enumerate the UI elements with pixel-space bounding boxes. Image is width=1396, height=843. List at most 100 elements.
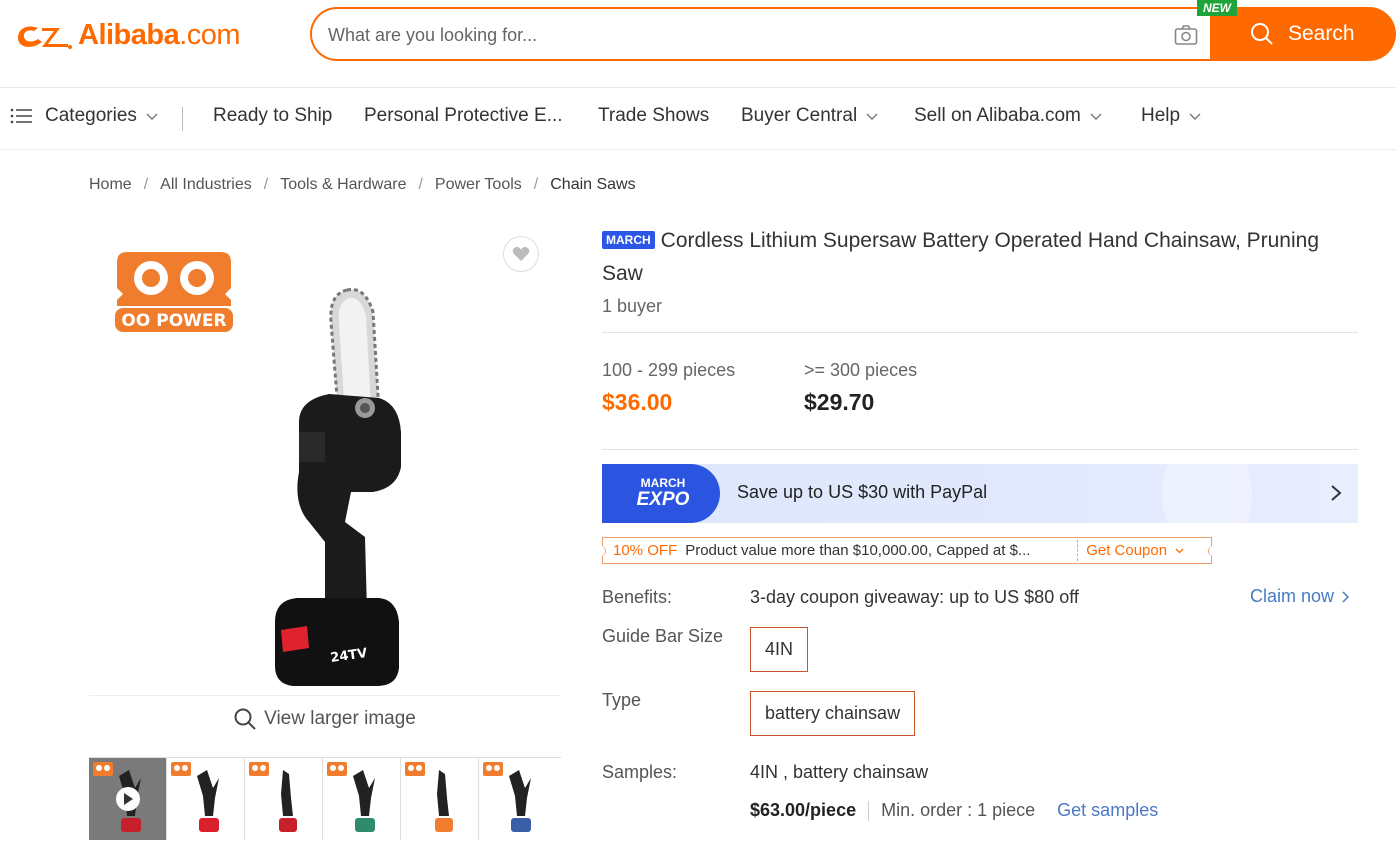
get-samples-link[interactable]: Get samples	[1057, 800, 1158, 821]
thumb-chainsaw-icon	[197, 770, 219, 832]
main-product-image[interactable]: OO POWER 24TV	[89, 224, 561, 696]
thumbnail-video[interactable]	[89, 758, 167, 840]
type-label: Type	[602, 690, 642, 710]
thumb-chainsaw-icon	[435, 770, 453, 832]
thumbnail-image[interactable]	[479, 758, 557, 840]
play-button[interactable]	[116, 787, 140, 811]
chevron-down-icon	[1189, 113, 1201, 120]
thumbnail-image[interactable]	[401, 758, 479, 840]
oo-power-logo: OO POWER	[115, 252, 233, 332]
coupon-discount: 10% OFF	[613, 542, 678, 559]
favorite-button[interactable]	[503, 236, 539, 272]
breadcrumb: Home / All Industries / Tools & Hardware…	[89, 176, 636, 194]
nav-buyer-central[interactable]: Buyer Central	[741, 105, 878, 127]
price-tier: 100 - 299 pieces $36.00	[602, 360, 804, 416]
breadcrumb-home[interactable]: Home	[89, 176, 132, 194]
nav-help[interactable]: Help	[1141, 105, 1201, 127]
thumbnail-image[interactable]	[167, 758, 245, 840]
chevron-down-icon	[1175, 548, 1184, 553]
coupon-bar[interactable]: 10% OFF Product value more than $10,000.…	[598, 537, 1216, 564]
product-title-text: Cordless Lithium Supersaw Battery Operat…	[602, 229, 1320, 285]
thumbnail-image[interactable]	[245, 758, 323, 840]
view-larger-label: View larger image	[264, 708, 416, 729]
nav-ready-to-ship[interactable]: Ready to Ship	[213, 105, 332, 127]
search-input[interactable]	[328, 21, 1148, 49]
brand-logo-text: OO POWER	[121, 311, 226, 331]
search-icon	[1251, 23, 1273, 45]
product-gallery: OO POWER 24TV View larger image	[89, 224, 561, 840]
product-title: MARCH Cordless Lithium Supersaw Battery O…	[602, 224, 1358, 290]
sample-min-order: Min. order : 1 piece	[881, 800, 1036, 820]
tier-price: $29.70	[804, 389, 875, 415]
price-tiers: 100 - 299 pieces $36.00 >= 300 pieces $2…	[602, 360, 1006, 416]
nav-personal-protective[interactable]: Personal Protective E...	[364, 105, 563, 127]
chevron-right-icon	[1331, 485, 1342, 501]
new-badge: NEW	[1197, 0, 1237, 16]
breadcrumb-chain-saws[interactable]: Chain Saws	[550, 176, 635, 194]
chevron-down-icon	[1090, 113, 1102, 120]
camera-icon[interactable]	[1174, 24, 1198, 46]
thumb-logo-icon	[93, 762, 113, 776]
thumb-logo-icon	[483, 762, 503, 776]
thumbnail-strip	[89, 757, 561, 840]
guide-bar-option[interactable]: 4IN	[750, 627, 809, 672]
expo-badge-bg: MARCH EXPO	[602, 464, 720, 523]
tier-price: $36.00	[602, 389, 673, 415]
chevron-down-icon	[866, 113, 878, 120]
claim-now-link[interactable]: Claim now	[1250, 586, 1350, 607]
march-badge: MARCH	[602, 231, 655, 249]
nav-categories[interactable]: Categories	[10, 105, 158, 127]
type-option[interactable]: battery chainsaw	[750, 691, 916, 736]
view-larger-image[interactable]: View larger image	[89, 708, 561, 730]
play-icon	[124, 793, 133, 805]
heart-icon	[512, 247, 530, 261]
breadcrumb-tools-hardware[interactable]: Tools & Hardware	[280, 176, 406, 194]
expo-text: Save up to US $30 with PayPal	[737, 482, 988, 502]
benefits-label: Benefits:	[602, 587, 673, 607]
nav-categories-label: Categories	[45, 105, 137, 126]
sample-price: $63.00/piece	[750, 800, 857, 820]
search-box	[310, 7, 1213, 61]
logo-text: Alibaba.com	[78, 18, 241, 51]
divider	[602, 332, 1358, 333]
buyer-count: 1 buyer	[602, 296, 663, 316]
thumb-chainsaw-icon	[279, 770, 297, 832]
thumb-logo-icon	[249, 762, 269, 776]
main-nav: Categories Ready to Ship Personal Protec…	[0, 89, 1396, 150]
chainsaw-image: 24TV	[275, 287, 401, 686]
thumbnail-image[interactable]	[323, 758, 401, 840]
chevron-right-icon	[1342, 590, 1350, 603]
breadcrumb-all-industries[interactable]: All Industries	[160, 176, 252, 194]
alibaba-logo[interactable]: Alibaba.com	[12, 18, 241, 52]
nav-divider	[182, 107, 183, 131]
thumb-chainsaw-icon	[353, 770, 375, 832]
search-button[interactable]: Search	[1210, 7, 1396, 61]
list-icon	[10, 108, 32, 124]
breadcrumb-power-tools[interactable]: Power Tools	[435, 176, 522, 194]
product-detail: MARCH Cordless Lithium Supersaw Battery O…	[598, 224, 1358, 821]
chevron-down-icon	[146, 113, 158, 120]
sample-info: $63.00/piece Min. order : 1 piece Get sa…	[750, 800, 1158, 821]
thumb-logo-icon	[405, 762, 425, 776]
search-button-label: Search	[1288, 22, 1355, 45]
samples-value: 4IN , battery chainsaw	[750, 762, 929, 782]
thumb-chainsaw-icon	[509, 770, 531, 832]
magnifier-icon	[234, 708, 256, 730]
thumb-logo-icon	[171, 762, 191, 776]
divider	[602, 449, 1358, 450]
tier-quantity: 100 - 299 pieces	[602, 360, 736, 380]
march-expo-banner[interactable]: MARCH EXPO Save up to US $30 with PayPal	[602, 464, 1358, 523]
get-coupon-button[interactable]: Get Coupon	[1077, 540, 1184, 561]
thumb-logo-icon	[327, 762, 347, 776]
nav-sell-on-alibaba[interactable]: Sell on Alibaba.com	[914, 105, 1102, 127]
benefits-value: 3-day coupon giveaway: up to US $80 off	[750, 587, 1079, 607]
expo-badge: MARCH EXPO	[636, 476, 690, 510]
alibaba-logo-icon	[18, 26, 72, 49]
nav-trade-shows[interactable]: Trade Shows	[598, 105, 709, 127]
samples-label: Samples:	[602, 762, 678, 782]
coupon-description: Product value more than $10,000.00, Capp…	[685, 542, 1031, 559]
top-header: Alibaba.com Search NEW	[0, 0, 1396, 88]
guide-bar-label: Guide Bar Size	[602, 626, 724, 646]
tier-quantity: >= 300 pieces	[804, 360, 918, 380]
price-tier: >= 300 pieces $29.70	[804, 360, 1006, 416]
